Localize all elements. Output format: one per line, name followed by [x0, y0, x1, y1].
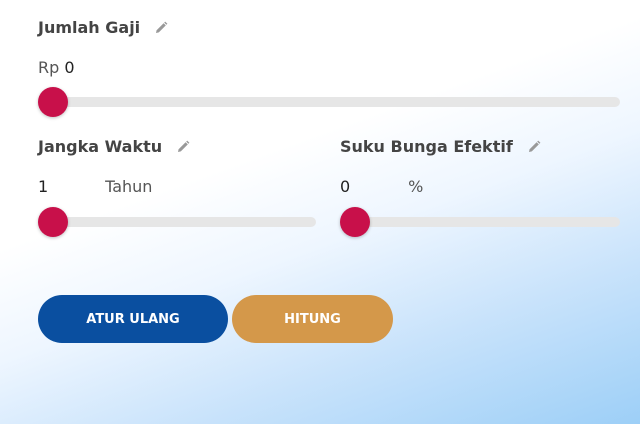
term-title: Jangka Waktu — [38, 137, 190, 156]
term-title-label: Jangka Waktu — [38, 137, 163, 156]
rate-value[interactable]: 0 — [340, 177, 403, 196]
salary-title: Jumlah Gaji — [38, 18, 168, 37]
rate-title-label: Suku Bunga Efektif — [340, 137, 513, 156]
salary-slider-track[interactable] — [38, 87, 620, 117]
pencil-icon[interactable] — [154, 21, 168, 35]
term-slider-thumb[interactable] — [38, 207, 68, 237]
pencil-icon[interactable] — [527, 140, 541, 154]
salary-title-label: Jumlah Gaji — [38, 18, 141, 37]
rate-slider-thumb[interactable] — [340, 207, 370, 237]
term-unit: Tahun — [105, 177, 153, 196]
pencil-icon[interactable] — [176, 140, 190, 154]
currency-label: Rp — [38, 58, 60, 77]
rate-value-row: 0 % — [340, 177, 423, 196]
term-slider-track[interactable] — [38, 207, 316, 237]
rate-unit: % — [408, 177, 424, 196]
salary-slider-thumb[interactable] — [38, 87, 68, 117]
rate-slider-track[interactable] — [340, 207, 620, 237]
reset-button[interactable]: ATUR ULANG — [38, 295, 228, 343]
term-value[interactable]: 1 — [38, 177, 100, 196]
salary-value-row: Rp 0 — [38, 58, 75, 77]
rate-title: Suku Bunga Efektif — [340, 137, 541, 156]
salary-value[interactable]: 0 — [64, 58, 74, 77]
calculate-button[interactable]: HITUNG — [232, 295, 393, 343]
term-value-row: 1 Tahun — [38, 177, 152, 196]
